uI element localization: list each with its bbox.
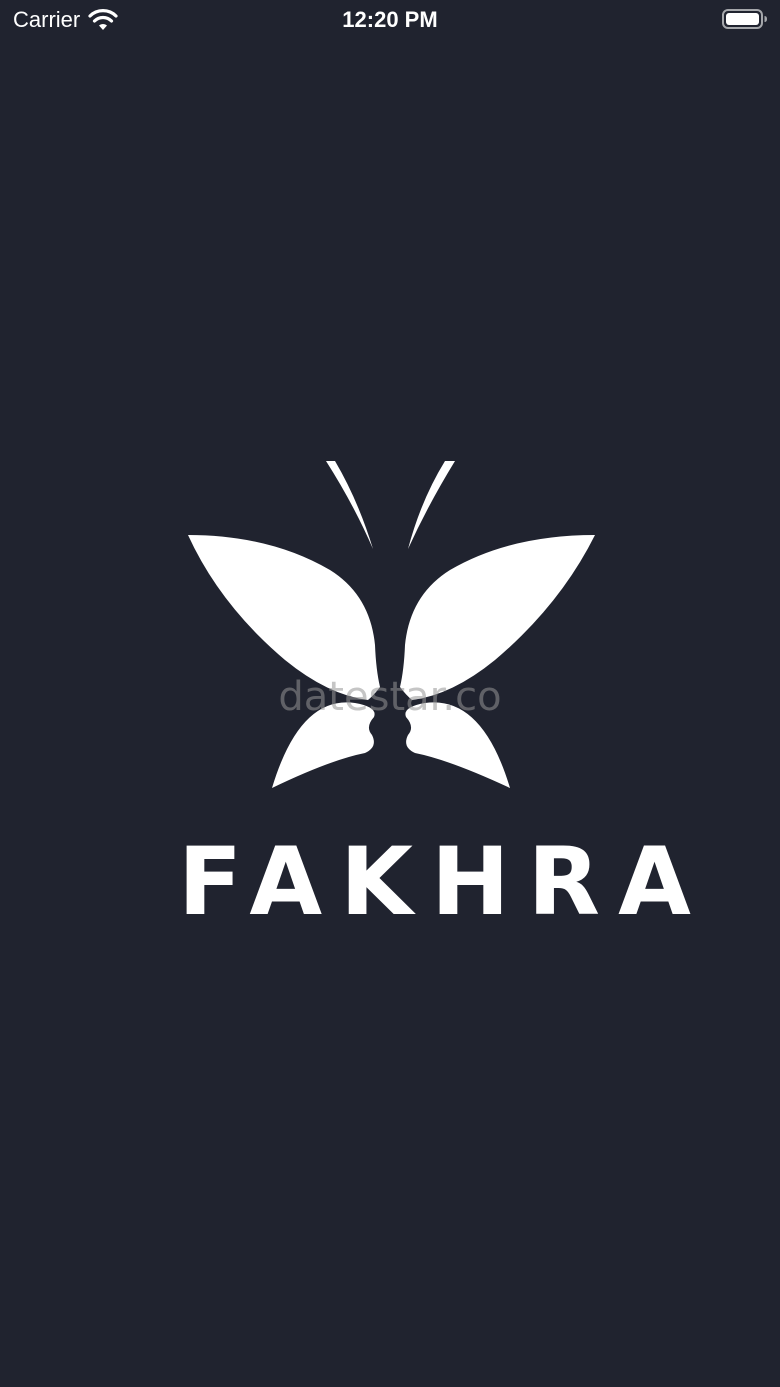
battery-icon xyxy=(722,9,767,29)
status-bar: Carrier 12:20 PM xyxy=(0,0,780,40)
status-time: 12:20 PM xyxy=(342,7,438,32)
watermark-text: datestar.co xyxy=(278,674,502,720)
splash-screen: Carrier 12:20 PM datestar.co FAKHRA xyxy=(0,0,780,1387)
brand-name: FAKHRA xyxy=(178,828,709,937)
butterfly-logo-icon xyxy=(188,461,595,788)
